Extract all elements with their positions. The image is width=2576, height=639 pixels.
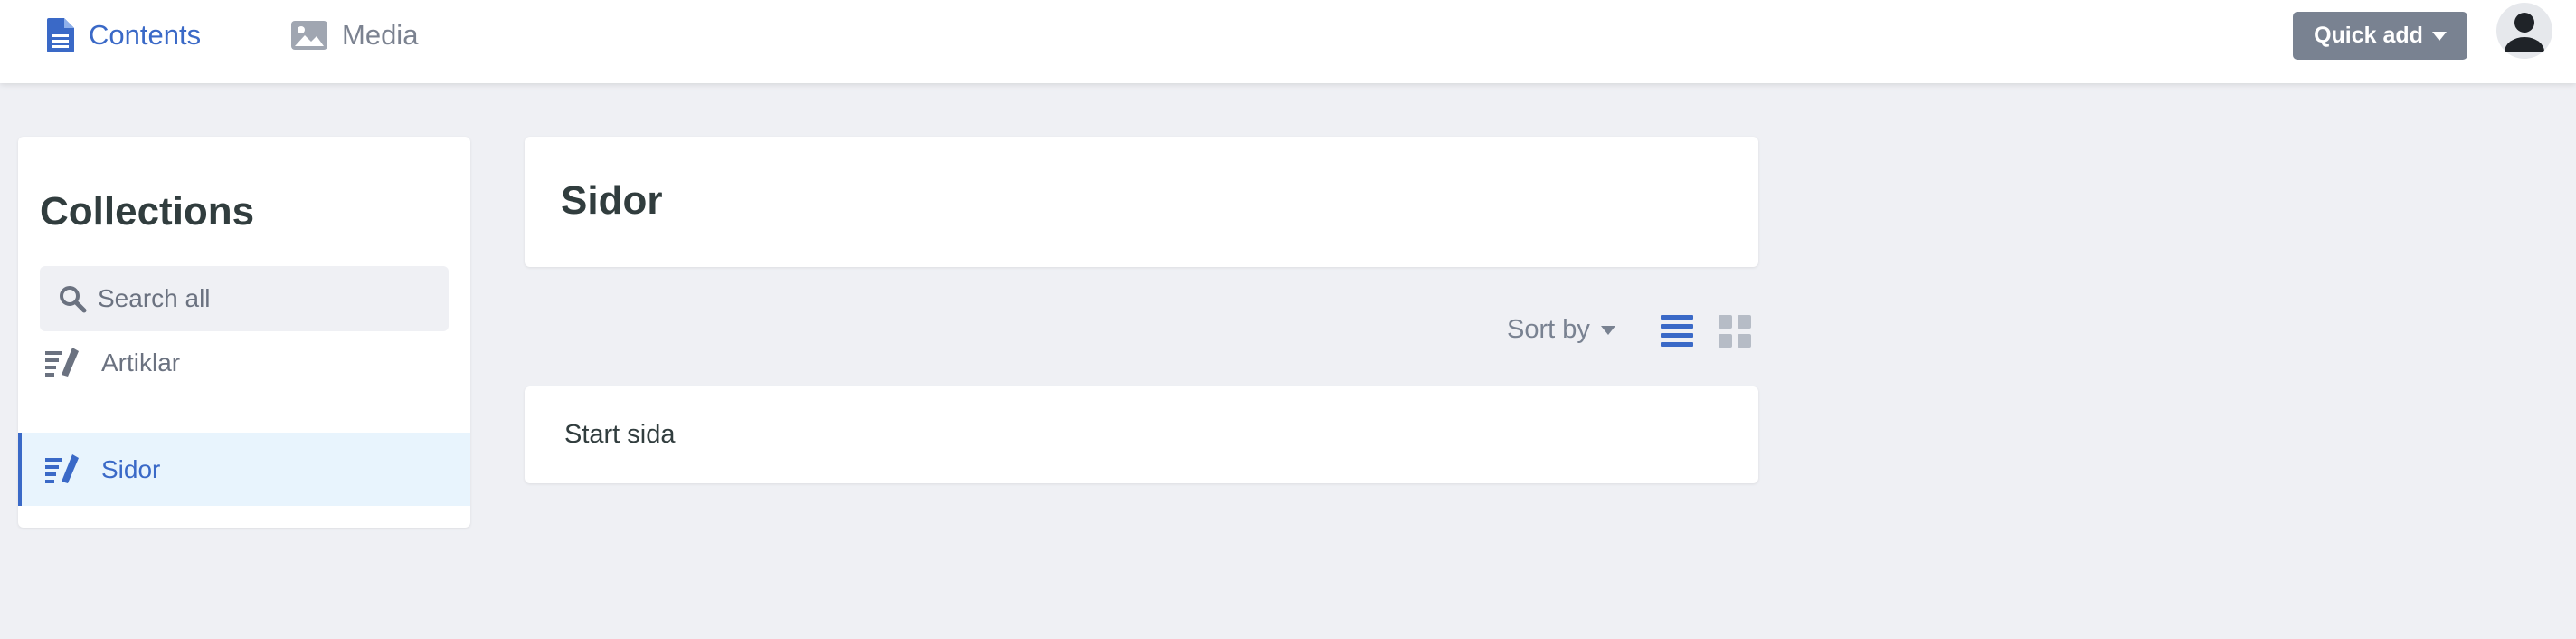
list-icon	[1661, 315, 1693, 347]
grid-icon	[1719, 315, 1751, 348]
document-icon	[47, 18, 74, 52]
sidebar-title: Collections	[40, 189, 255, 234]
sort-by-label: Sort by	[1507, 315, 1590, 344]
tab-media[interactable]: Media	[291, 0, 418, 71]
sort-by-dropdown[interactable]: Sort by	[1507, 315, 1615, 345]
grid-view-button[interactable]	[1719, 315, 1753, 354]
quick-add-label: Quick add	[2314, 23, 2423, 48]
image-icon	[291, 21, 327, 50]
sidebar-item-sidor[interactable]: Sidor	[18, 433, 470, 506]
list-item[interactable]: Start sida	[525, 386, 1758, 483]
tab-contents[interactable]: Contents	[47, 0, 201, 71]
chevron-down-icon	[2431, 31, 2447, 41]
sidebar-item-label: Sidor	[101, 454, 161, 483]
chevron-down-icon	[1600, 325, 1615, 335]
edit-list-icon	[45, 453, 79, 483]
list-view-button[interactable]	[1661, 313, 1693, 354]
entry-title: Start sida	[564, 420, 676, 449]
collections-sidebar: Collections Artiklar Sidor	[18, 137, 470, 528]
user-icon	[2505, 13, 2544, 52]
sidebar-item-label: Artiklar	[101, 348, 181, 377]
search-icon	[60, 286, 87, 313]
avatar[interactable]	[2496, 3, 2552, 59]
search-box[interactable]	[40, 266, 449, 331]
sidebar-item-artiklar[interactable]: Artiklar	[18, 327, 470, 399]
collection-header-card: Sidor	[525, 137, 1758, 267]
edit-list-icon	[45, 348, 79, 377]
search-input[interactable]	[96, 283, 443, 314]
top-bar: Contents Media Quick add	[0, 0, 2576, 83]
quick-add-button[interactable]: Quick add	[2293, 12, 2467, 60]
page-title: Sidor	[561, 178, 663, 223]
tab-media-label: Media	[342, 19, 419, 51]
tab-contents-label: Contents	[89, 19, 202, 51]
